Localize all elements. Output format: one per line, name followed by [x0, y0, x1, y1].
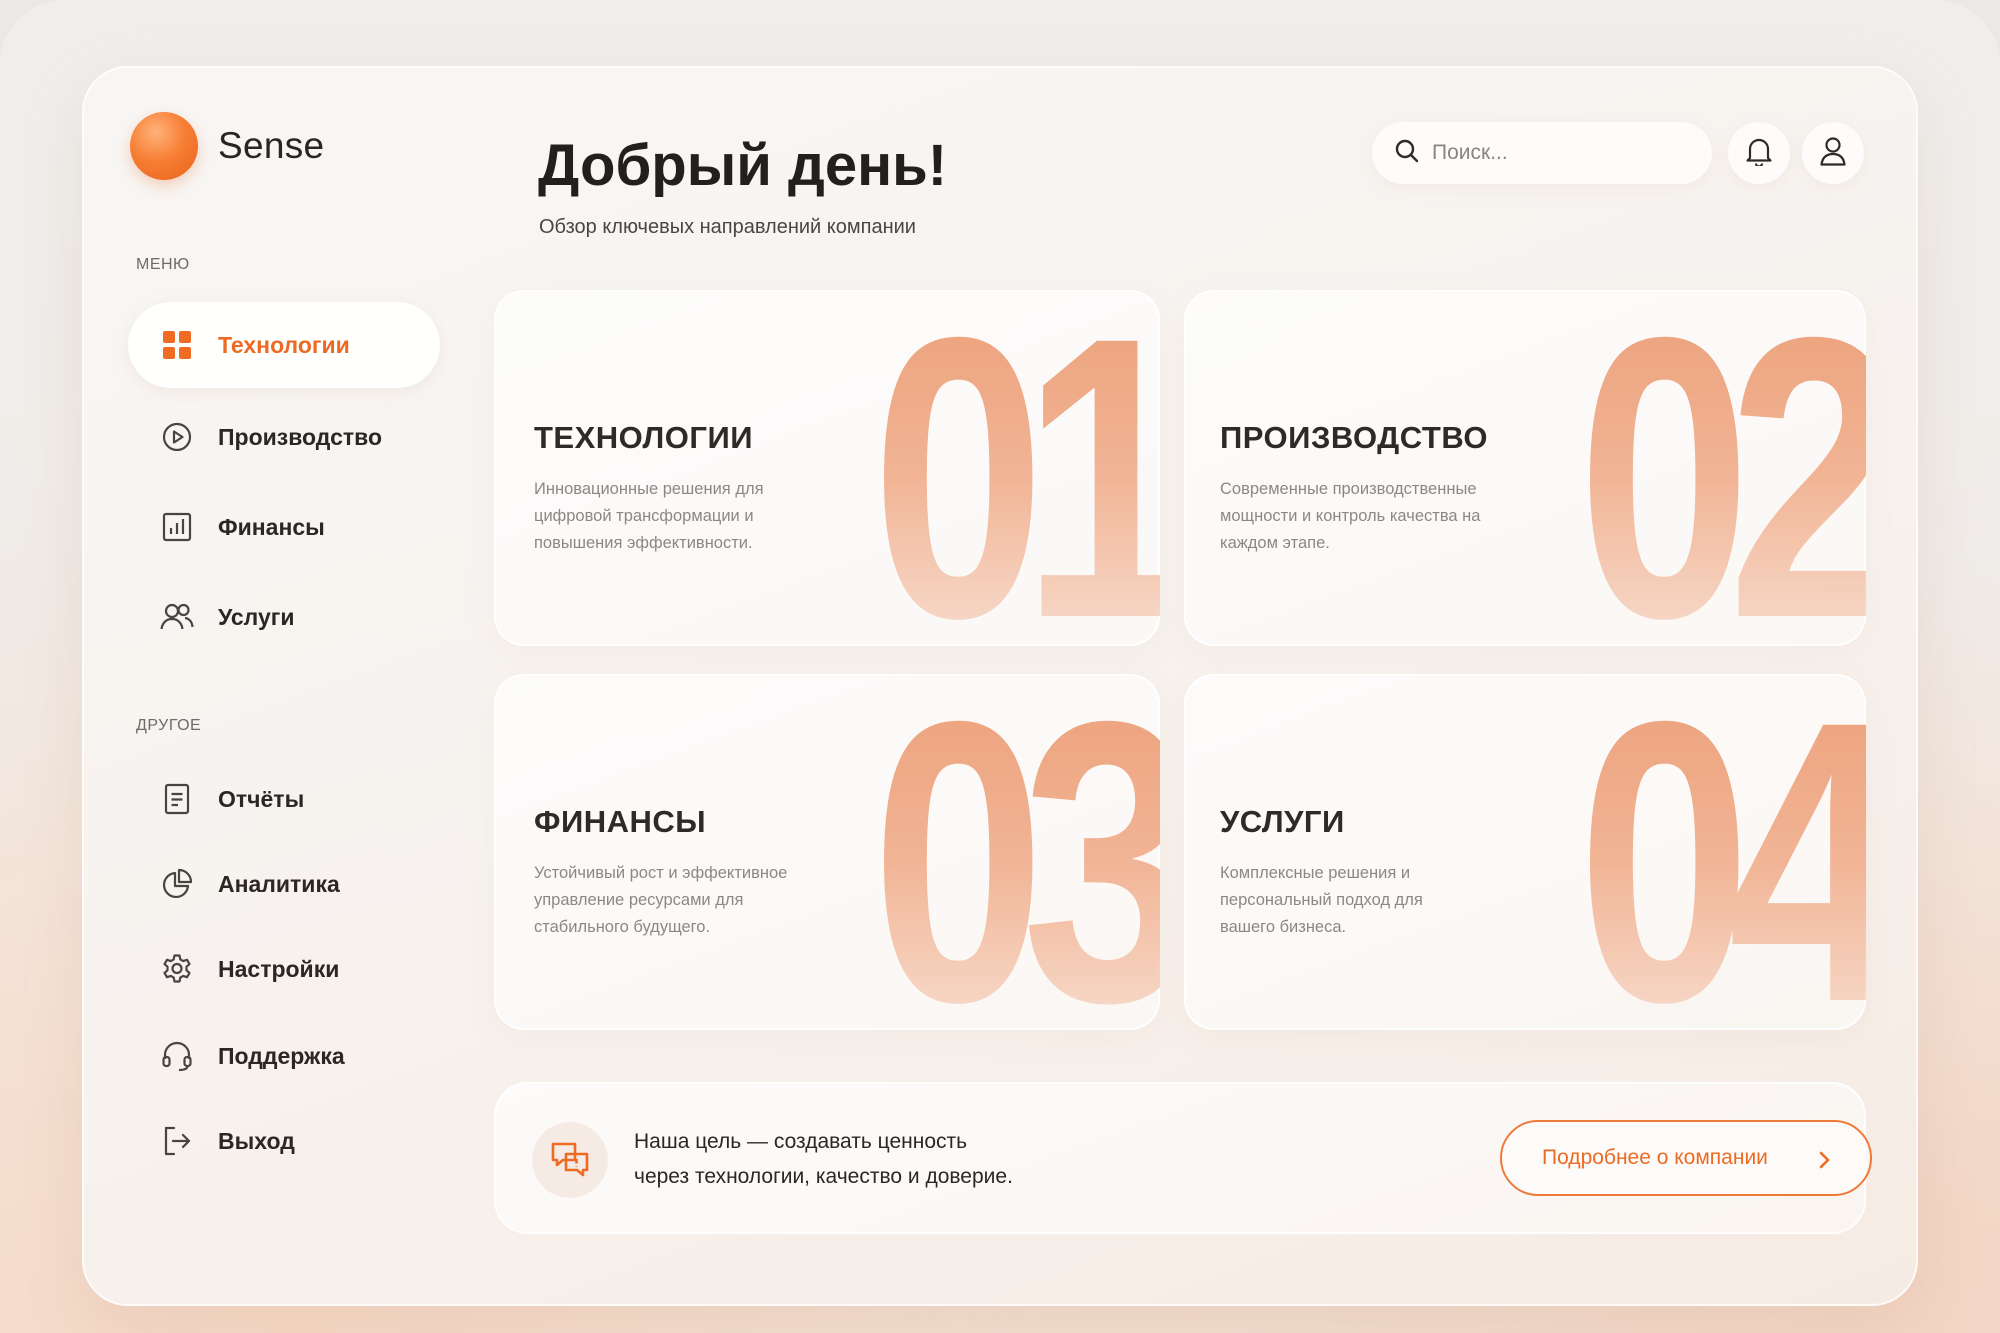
gear-icon — [160, 952, 194, 986]
search-icon — [1394, 138, 1420, 169]
mission-text: Наша цель — создавать ценность через тех… — [634, 1124, 1013, 1194]
bar-chart-icon — [160, 510, 194, 544]
about-company-label: Подробнее о компании — [1542, 1146, 1768, 1169]
card-description: Современные производственные мощности и … — [1220, 480, 1481, 552]
brand[interactable]: Sense — [130, 112, 324, 180]
card-finance[interactable]: 03 ФИНАНСЫ Устойчивый рост и эффективное… — [494, 674, 1160, 1030]
card-title: УСЛУГИ — [1220, 804, 1345, 839]
card-technologies[interactable]: 01 ТЕХНОЛОГИИ Инновационные решения для … — [494, 290, 1160, 646]
sidebar-item-label: Финансы — [218, 513, 325, 540]
sidebar-item-support[interactable]: Поддержка — [128, 1013, 440, 1099]
sidebar-item-label: Выход — [218, 1127, 295, 1154]
sidebar-item-label: Настройки — [218, 955, 340, 982]
sidebar-item-logout[interactable]: Выход — [128, 1098, 440, 1184]
card-description: Устойчивый рост и эффективное управление… — [534, 864, 788, 936]
play-circle-icon — [160, 420, 194, 454]
card-number: 03 — [872, 674, 1160, 1030]
search-input[interactable] — [1432, 141, 1692, 165]
other-section-label: ДРУГОЕ — [136, 717, 202, 734]
mission-line-1: Наша цель — создавать ценность — [634, 1130, 968, 1153]
sidebar-item-label: Производство — [218, 423, 383, 450]
sidebar-item-technologies[interactable]: Технологии — [128, 302, 440, 388]
user-icon — [1819, 136, 1847, 171]
sidebar-item-reports[interactable]: Отчёты — [128, 756, 440, 842]
card-description: Комплексные решения и персональный подхо… — [1220, 864, 1423, 936]
brand-name: Sense — [218, 125, 325, 166]
card-services[interactable]: 04 УСЛУГИ Комплексные решения и персонал… — [1184, 674, 1866, 1030]
card-title: ПРОИЗВОДСТВО — [1220, 420, 1489, 455]
sidebar-item-label: Отчёты — [218, 785, 305, 812]
card-title: ТЕХНОЛОГИИ — [534, 420, 754, 455]
users-icon — [160, 600, 194, 634]
notifications-button[interactable] — [1728, 122, 1790, 184]
logout-icon — [160, 1124, 194, 1158]
mission-banner: Наша цель — создавать ценность через тех… — [494, 1082, 1872, 1234]
about-company-button[interactable]: Подробнее о компании — [1500, 1120, 1872, 1196]
card-number: 02 — [1578, 290, 1866, 646]
device-frame: Sense МЕНЮ Технологии Производство Финан… — [0, 0, 2000, 1333]
menu-section-label: МЕНЮ — [136, 256, 190, 273]
profile-button[interactable] — [1802, 122, 1864, 184]
sidebar-item-finance[interactable]: Финансы — [128, 484, 440, 570]
sidebar-item-label: Аналитика — [218, 870, 340, 897]
sidebar-item-label: Технологии — [218, 331, 350, 358]
card-number: 01 — [872, 290, 1160, 646]
grid-icon — [160, 328, 194, 362]
document-icon — [160, 782, 194, 816]
bell-icon — [1745, 136, 1773, 171]
pie-chart-icon — [160, 867, 194, 901]
card-production[interactable]: 02 ПРОИЗВОДСТВО Современные производстве… — [1184, 290, 1866, 646]
search-box[interactable] — [1372, 122, 1712, 184]
sidebar-item-production[interactable]: Производство — [128, 394, 440, 480]
page-subtitle: Обзор ключевых направлений компании — [539, 216, 916, 238]
mission-line-2: через технологии, качество и доверие. — [634, 1165, 1013, 1188]
card-title: ФИНАНСЫ — [534, 804, 707, 839]
page-title: Добрый день! — [538, 133, 948, 198]
sidebar-item-analytics[interactable]: Аналитика — [128, 841, 440, 927]
sidebar-item-label: Услуги — [218, 603, 295, 630]
app-window: Sense МЕНЮ Технологии Производство Финан… — [82, 66, 1918, 1306]
sidebar-item-settings[interactable]: Настройки — [128, 926, 440, 1012]
brand-logo-icon — [130, 112, 198, 180]
card-description: Инновационные решения для цифровой транс… — [534, 480, 764, 552]
headset-icon — [160, 1039, 194, 1073]
sidebar-item-services[interactable]: Услуги — [128, 574, 440, 660]
chat-icon — [532, 1122, 608, 1198]
card-number: 04 — [1578, 674, 1866, 1030]
sidebar-item-label: Поддержка — [218, 1042, 345, 1069]
chevron-right-icon — [1814, 1148, 1834, 1177]
